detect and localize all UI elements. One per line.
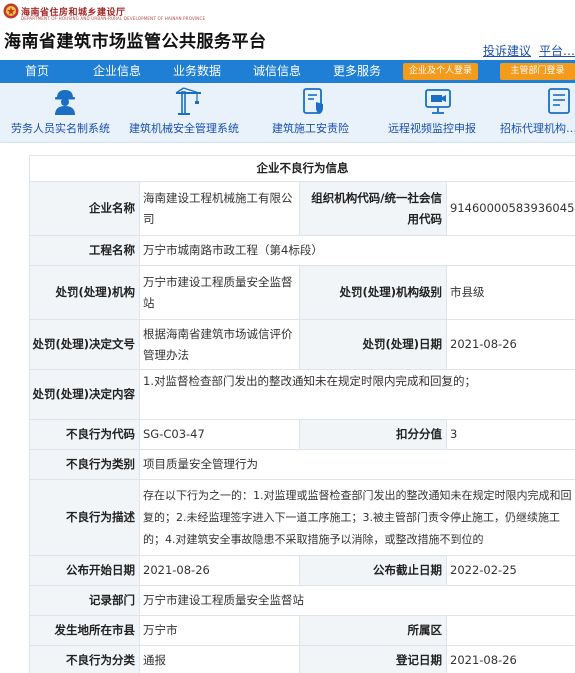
publish-start-label: 公布开始日期: [29, 555, 140, 586]
publish-end-value: 2022-02-25: [446, 555, 575, 586]
register-date-value: 2021-08-26: [446, 645, 575, 673]
system-machinery-safety[interactable]: 建筑机械安全管理系统: [125, 83, 250, 143]
nav-credit-info[interactable]: 诚信信息: [253, 60, 301, 83]
header-links: 投诉建议 平台…: [475, 42, 575, 59]
behavior-code-value: SG-C03-47: [139, 419, 300, 450]
worker-icon: [55, 90, 75, 115]
decision-date-label: 处罚(处理)日期: [299, 319, 447, 370]
system-label: 建筑施工安责险: [272, 122, 349, 135]
nav-more-services[interactable]: 更多服务: [333, 60, 381, 83]
city-value: 万宁市: [139, 615, 300, 646]
behavior-code-label: 不良行为代码: [29, 419, 140, 450]
deduction-label: 扣分分值: [299, 419, 447, 450]
org-code-label: 组织机构代码/统一社会信用代码: [299, 181, 447, 236]
district-value: [446, 615, 575, 646]
site-header: 海南省住房和城乡建设厅 DEPARTMENT OF HOUSING AND UR…: [0, 0, 575, 60]
system-shortcuts: 劳务人员实名制系统 建筑机械安全管理系统 建筑施工安责险 远程视频监控申报 招标…: [0, 83, 575, 143]
decision-doc-value: 根据海南省建筑市场诚信评价管理办法: [139, 319, 300, 370]
main-navbar: 首页 企业信息 业务数据 诚信信息 更多服务 企业及个人登录 主管部门登录: [0, 60, 575, 83]
deduction-value: 3: [446, 419, 575, 450]
system-video-monitoring[interactable]: 远程视频监控申报: [375, 83, 500, 143]
bidding-document-icon: [548, 88, 570, 114]
agency-level-value: 市县级: [446, 265, 575, 320]
enterprise-login-button[interactable]: 企业及个人登录: [403, 63, 478, 80]
project-name-label: 工程名称: [29, 235, 140, 266]
department-english-name: DEPARTMENT OF HOUSING AND URBAN-RURAL DE…: [21, 16, 206, 21]
system-label: 远程视频监控申报: [388, 122, 476, 135]
decision-content-label: 处罚(处理)决定内容: [29, 369, 140, 420]
decision-doc-label: 处罚(处理)决定文号: [29, 319, 140, 370]
decision-date-value: 2021-08-26: [446, 319, 575, 370]
complaint-link[interactable]: 投诉建议: [483, 44, 531, 58]
behavior-category-label: 不良行为类别: [29, 449, 140, 480]
register-date-label: 登记日期: [299, 645, 447, 673]
nav-home[interactable]: 首页: [25, 60, 49, 83]
behavior-class-label: 不良行为分类: [29, 645, 140, 673]
agency-level-label: 处罚(处理)机构级别: [299, 265, 447, 320]
system-worker-realname[interactable]: 劳务人员实名制系统: [0, 83, 125, 143]
system-label: 建筑机械安全管理系统: [129, 122, 239, 135]
video-monitor-icon: [425, 89, 451, 114]
org-code-value: 91460000583936045G: [446, 181, 575, 236]
penalty-agency-value: 万宁市建设工程质量安全监督站: [139, 265, 300, 320]
record-dept-value: 万宁市建设工程质量安全监督站: [139, 585, 575, 616]
district-label: 所属区: [299, 615, 447, 646]
nav-business-data[interactable]: 业务数据: [173, 60, 221, 83]
bad-behavior-record-table: 企业不良行为信息 企业名称 海南建设工程机械施工有限公司 组织机构代码/统一社会…: [29, 155, 575, 673]
record-dept-label: 记录部门: [29, 585, 140, 616]
system-label: 招标代理机构…: [500, 122, 575, 135]
government-emblem-icon: [3, 3, 19, 19]
authority-login-button[interactable]: 主管部门登录: [500, 63, 575, 80]
city-label: 发生地所在市县: [29, 615, 140, 646]
record-title: 企业不良行为信息: [29, 155, 575, 182]
company-name-label: 企业名称: [29, 181, 140, 236]
behavior-desc-value: 存在以下行为之一的：1.对监理或监督检查部门发出的整改通知未在规定时限内完成和回…: [139, 479, 575, 556]
behavior-desc-label: 不良行为描述: [29, 479, 140, 556]
publish-end-label: 公布截止日期: [299, 555, 447, 586]
tower-crane-icon: [175, 87, 201, 115]
insurance-document-icon: [303, 88, 323, 114]
penalty-agency-label: 处罚(处理)机构: [29, 265, 140, 320]
company-name-value: 海南建设工程机械施工有限公司: [139, 181, 300, 236]
decision-content-value: 1.对监督检查部门发出的整改通知未在规定时限内完成和回复的；: [139, 369, 575, 420]
publish-start-value: 2021-08-26: [139, 555, 300, 586]
nav-enterprise-info[interactable]: 企业信息: [93, 60, 141, 83]
system-label: 劳务人员实名制系统: [11, 122, 110, 135]
platform-link[interactable]: 平台…: [539, 44, 575, 58]
site-title: 海南省建筑市场监管公共服务平台: [4, 32, 267, 52]
system-safety-insurance[interactable]: 建筑施工安责险: [250, 83, 375, 143]
project-name-value: 万宁市城南路市政工程（第4标段）: [139, 235, 575, 266]
system-bidding-agency[interactable]: 招标代理机构…: [500, 83, 575, 143]
behavior-category-value: 项目质量安全管理行为: [139, 449, 575, 480]
behavior-class-value: 通报: [139, 645, 300, 673]
